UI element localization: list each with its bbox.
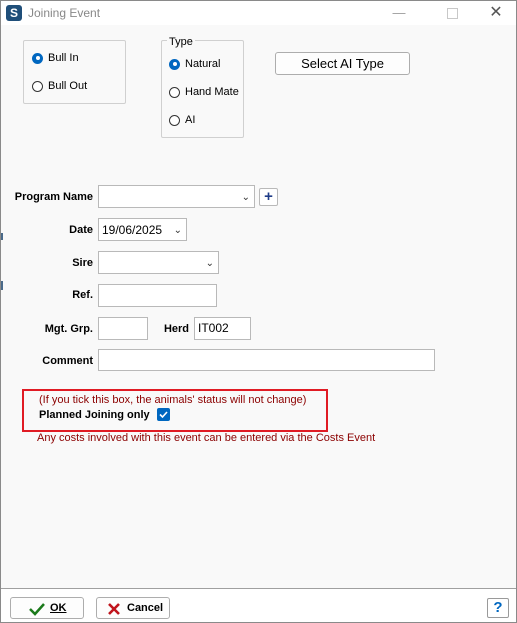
mgt-grp-input[interactable] <box>98 317 148 340</box>
radio-checked-icon <box>32 52 43 64</box>
check-icon <box>29 603 45 616</box>
herd-label: Herd <box>163 323 189 335</box>
checkmark-icon <box>159 411 168 419</box>
radio-unchecked-icon <box>169 114 180 126</box>
window-edge-strip <box>1 233 3 240</box>
help-icon: ? <box>493 599 503 616</box>
bull-out-label: Bull Out <box>48 80 88 92</box>
help-button[interactable]: ? <box>487 598 509 618</box>
add-program-button[interactable]: + <box>259 188 278 206</box>
type-natural-radio[interactable]: Natural <box>169 58 220 70</box>
select-ai-type-button[interactable]: Select AI Type <box>275 52 410 75</box>
planned-joining-checkbox[interactable] <box>157 408 170 421</box>
sire-label: Sire <box>72 257 93 269</box>
chevron-down-icon: ⌄ <box>205 258 214 269</box>
comment-label: Comment <box>42 355 93 367</box>
type-hand-mate-label: Hand Mate <box>185 86 239 98</box>
radio-unchecked-icon <box>32 80 43 92</box>
plus-icon: + <box>264 188 273 205</box>
app-logo-icon: S <box>6 5 22 21</box>
bull-in-label: Bull In <box>48 52 79 64</box>
ref-input[interactable] <box>98 284 217 307</box>
herd-value: IT002 <box>198 321 229 335</box>
type-ai-radio[interactable]: AI <box>169 114 195 126</box>
title-bar: S Joining Event — ✕ <box>1 1 516 25</box>
type-hand-mate-radio[interactable]: Hand Mate <box>169 86 239 98</box>
type-ai-label: AI <box>185 114 196 126</box>
type-group-title: Type <box>167 36 195 48</box>
costs-event-note: Any costs involved with this event can b… <box>37 432 376 444</box>
date-value: 19/06/2025 <box>102 223 163 237</box>
ok-label: OK <box>50 602 67 614</box>
radio-checked-icon <box>169 58 180 70</box>
select-ai-type-label: Select AI Type <box>301 56 384 71</box>
planned-joining-label: Planned Joining only <box>39 409 150 421</box>
radio-unchecked-icon <box>169 86 180 98</box>
date-picker[interactable]: 19/06/2025 ⌄ <box>98 218 187 241</box>
x-cancel-icon <box>108 603 120 615</box>
window-title: Joining Event <box>28 6 101 20</box>
mgt-grp-label: Mgt. Grp. <box>44 323 93 335</box>
date-label: Date <box>69 224 93 236</box>
sire-combobox[interactable]: ⌄ <box>98 251 219 274</box>
footer-bar: OK Cancel ? <box>1 589 516 622</box>
close-button[interactable]: ✕ <box>473 1 517 25</box>
bull-out-radio[interactable]: Bull Out <box>32 80 87 92</box>
minimize-button[interactable]: — <box>376 1 422 25</box>
window-edge-strip <box>1 281 3 290</box>
maximize-icon <box>446 8 458 20</box>
bull-in-radio[interactable]: Bull In <box>32 52 79 64</box>
bull-direction-group <box>23 40 126 104</box>
cancel-button[interactable]: Cancel <box>96 597 170 619</box>
chevron-down-icon: ⌄ <box>173 225 182 236</box>
maximize-button[interactable] <box>429 1 475 25</box>
ok-button[interactable]: OK <box>10 597 84 619</box>
cancel-label: Cancel <box>127 602 164 614</box>
ref-label: Ref. <box>72 289 93 301</box>
joining-event-window: S Joining Event — ✕ Bull In Bull Out Typ… <box>0 0 517 623</box>
planned-joining-hint: (If you tick this box, the animals' stat… <box>39 394 307 406</box>
chevron-down-icon: ⌄ <box>241 192 250 203</box>
close-icon: ✕ <box>489 4 503 21</box>
type-natural-label: Natural <box>185 58 221 70</box>
program-name-combobox[interactable]: ⌄ <box>98 185 255 208</box>
comment-input[interactable] <box>98 349 435 371</box>
program-name-label: Program Name <box>14 191 93 203</box>
herd-input[interactable]: IT002 <box>194 317 251 340</box>
